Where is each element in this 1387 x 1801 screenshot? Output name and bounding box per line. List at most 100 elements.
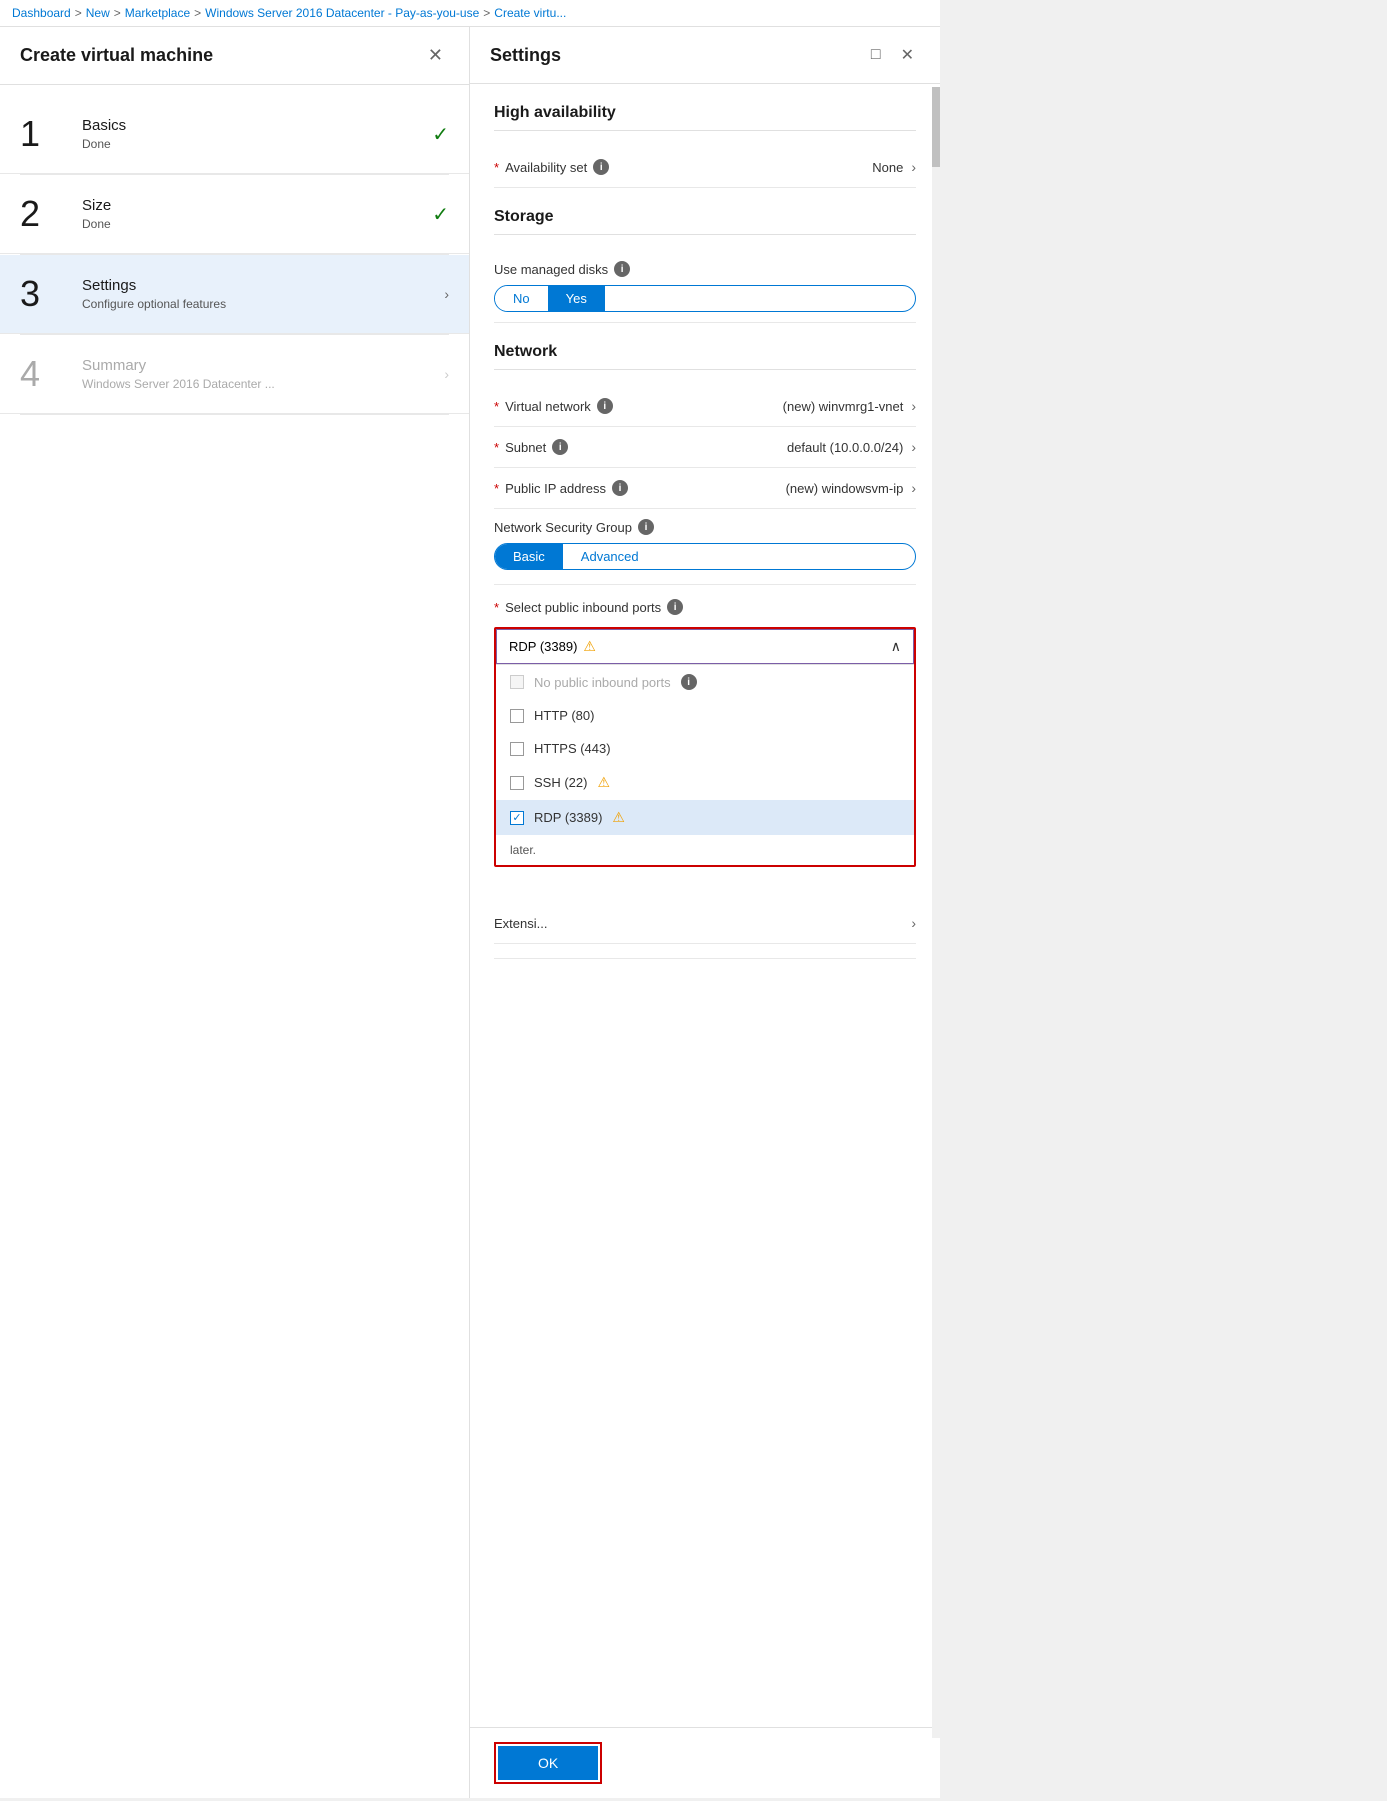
left-panel-header: Create virtual machine ✕ [0, 27, 469, 85]
nsg-basic-button[interactable]: Basic [495, 544, 563, 569]
rdp-warning-icon: ⚠ [612, 809, 625, 826]
nsg-advanced-button[interactable]: Advanced [563, 544, 657, 569]
step-2-check-icon: ✓ [432, 202, 449, 227]
subnet-label-text: Subnet [505, 440, 546, 455]
storage-section: Storage Use managed disks i No Yes [494, 208, 916, 323]
virtual-network-label: * Virtual network i [494, 398, 613, 414]
nsg-toggle: Basic Advanced [494, 543, 916, 570]
ok-button-wrapper: OK [494, 1742, 602, 1784]
step-2-subtitle: Done [82, 217, 424, 231]
ssh-warning-icon: ⚠ [597, 774, 610, 791]
breadcrumb-new[interactable]: New [86, 6, 110, 20]
maximize-button[interactable]: □ [865, 44, 887, 66]
step-item-2[interactable]: 2 Size Done ✓ [0, 175, 469, 254]
subnet-row[interactable]: * Subnet i default (10.0.0.0/24) › [494, 427, 916, 468]
public-ip-row[interactable]: * Public IP address i (new) windowsvm-ip… [494, 468, 916, 509]
close-icon: ✕ [901, 47, 914, 64]
inbound-ports-warning-icon: ⚠ [583, 638, 596, 655]
availability-set-info-icon[interactable]: i [593, 159, 609, 175]
scrollbar-track[interactable] [932, 87, 940, 1738]
public-ip-info-icon[interactable]: i [612, 480, 628, 496]
breadcrumb-marketplace[interactable]: Marketplace [125, 6, 190, 20]
main-layout: Create virtual machine ✕ 1 Basics Done ✓… [0, 27, 940, 1798]
left-panel: Create virtual machine ✕ 1 Basics Done ✓… [0, 27, 470, 1798]
nsg-info-icon[interactable]: i [638, 519, 654, 535]
step-item-3[interactable]: 3 Settings Configure optional features › [0, 255, 469, 334]
managed-disks-yes-button[interactable]: Yes [548, 286, 605, 311]
inbound-ports-dropdown-list: No public inbound ports i HTTP (80) [496, 664, 914, 865]
public-ip-required-star: * [494, 481, 499, 496]
dropdown-item-none-label: No public inbound ports [534, 675, 671, 690]
breadcrumb-sep-4: > [483, 6, 490, 20]
network-title: Network [494, 343, 916, 370]
breadcrumb: Dashboard > New > Marketplace > Windows … [0, 0, 940, 27]
right-panel-close-button[interactable]: ✕ [895, 43, 920, 67]
extensions-row[interactable]: Extensi... › [494, 903, 916, 944]
network-section: Network * Virtual network i (new) winvmr… [494, 343, 916, 883]
availability-set-label-text: Availability set [505, 160, 587, 175]
availability-set-chevron-icon: › [911, 159, 916, 175]
public-ip-value-text: (new) windowsvm-ip [786, 481, 904, 496]
nsg-label: Network Security Group i [494, 519, 916, 535]
ok-button[interactable]: OK [498, 1746, 598, 1780]
dropdown-item-none[interactable]: No public inbound ports i [496, 665, 914, 699]
vnet-info-icon[interactable]: i [597, 398, 613, 414]
step-4-title: Summary [82, 357, 436, 374]
inbound-ports-info-icon[interactable]: i [667, 599, 683, 615]
availability-set-value-text: None [872, 160, 903, 175]
dropdown-item-ssh-label: SSH (22) [534, 775, 587, 790]
dropdown-item-http-label: HTTP (80) [534, 708, 594, 723]
dropdown-item-ssh[interactable]: SSH (22) ⚠ [496, 765, 914, 800]
nsg-field: Network Security Group i Basic Advanced [494, 509, 916, 585]
step-1-check-icon: ✓ [432, 122, 449, 147]
breadcrumb-product[interactable]: Windows Server 2016 Datacenter - Pay-as-… [205, 6, 479, 20]
step-3-content: Settings Configure optional features [82, 277, 436, 311]
right-panel: Settings □ ✕ High availability * [470, 27, 940, 1798]
checkbox-none [510, 675, 524, 689]
step-3-arrow-icon: › [444, 286, 449, 302]
availability-set-value: None › [872, 159, 916, 175]
right-panel-title: Settings [490, 45, 561, 66]
step-item-1[interactable]: 1 Basics Done ✓ [0, 95, 469, 174]
extensions-chevron-icon: › [911, 915, 916, 931]
dropdown-item-none-info-icon[interactable]: i [681, 674, 697, 690]
step-1-number: 1 [20, 113, 70, 155]
subnet-value-text: default (10.0.0.0/24) [787, 440, 903, 455]
inbound-ports-dropdown-header[interactable]: RDP (3389) ⚠ ∧ [496, 629, 914, 664]
inbound-ports-dropdown-container: RDP (3389) ⚠ ∧ No public inbound ports i [494, 627, 916, 867]
inbound-ports-required-star: * [494, 600, 499, 615]
dropdown-item-https[interactable]: HTTPS (443) [496, 732, 914, 765]
managed-disks-label: Use managed disks i [494, 261, 916, 277]
breadcrumb-current[interactable]: Create virtu... [494, 6, 566, 20]
breadcrumb-sep-3: > [194, 6, 201, 20]
extensions-section: Extensi... › [494, 903, 916, 959]
high-availability-title: High availability [494, 104, 916, 131]
extensions-value: › [911, 915, 916, 931]
inbound-ports-selected-value: RDP (3389) ⚠ [509, 638, 596, 655]
managed-disks-toggle: No Yes [494, 285, 916, 312]
availability-set-row[interactable]: * Availability set i None › [494, 147, 916, 188]
left-panel-close-button[interactable]: ✕ [422, 43, 449, 68]
right-panel-actions: □ ✕ [865, 43, 920, 67]
dropdown-item-rdp[interactable]: ✓ RDP (3389) ⚠ [496, 800, 914, 835]
managed-disks-info-icon[interactable]: i [614, 261, 630, 277]
scrollbar-thumb[interactable] [932, 87, 940, 167]
step-4-content: Summary Windows Server 2016 Datacenter .… [82, 357, 436, 391]
step-item-4[interactable]: 4 Summary Windows Server 2016 Datacenter… [0, 335, 469, 414]
virtual-network-row[interactable]: * Virtual network i (new) winvmrg1-vnet … [494, 386, 916, 427]
public-ip-value: (new) windowsvm-ip › [786, 480, 916, 496]
managed-disks-no-button[interactable]: No [495, 286, 548, 311]
breadcrumb-dashboard[interactable]: Dashboard [12, 6, 71, 20]
virtual-network-value-text: (new) winvmrg1-vnet [783, 399, 904, 414]
breadcrumb-sep-1: > [75, 6, 82, 20]
dropdown-item-http[interactable]: HTTP (80) [496, 699, 914, 732]
high-availability-section: High availability * Availability set i N… [494, 104, 916, 188]
dropdown-chevron-up-icon: ∧ [891, 638, 901, 655]
inbound-ports-label-text: Select public inbound ports [505, 600, 661, 615]
subnet-required-star: * [494, 440, 499, 455]
step-2-content: Size Done [82, 197, 424, 231]
step-2-title: Size [82, 197, 424, 214]
subnet-info-icon[interactable]: i [552, 439, 568, 455]
right-panel-footer: OK [470, 1727, 940, 1798]
dropdown-item-rdp-label: RDP (3389) [534, 810, 602, 825]
